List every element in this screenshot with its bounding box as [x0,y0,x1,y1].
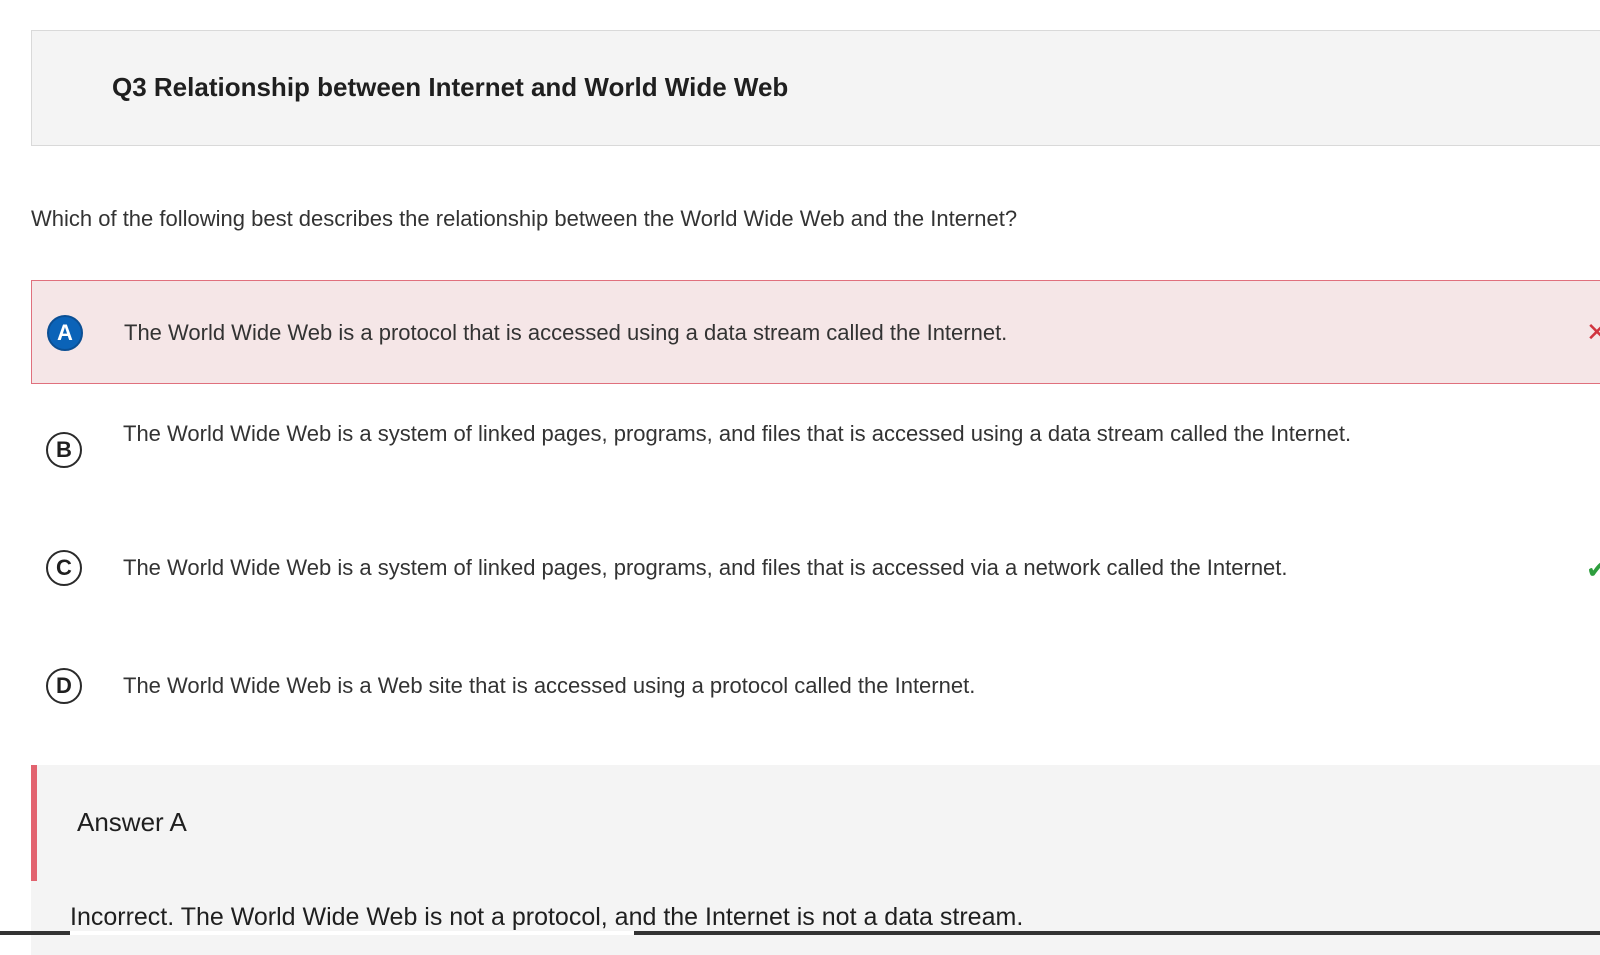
option-c-badge: C [46,550,82,586]
check-icon: ✔ [1586,556,1600,582]
feedback-title: Answer A [77,807,187,837]
answer-feedback: Answer A Incorrect. The World Wide Web i… [31,765,1600,955]
question-prompt: Which of the following best describes th… [31,206,1018,231]
scrollbar-left-segment [0,931,70,935]
quiz-page: Q3 Relationship between Internet and Wor… [0,0,1600,955]
option-d-badge: D [46,668,82,704]
question-title: Q3 Relationship between Internet and Wor… [112,72,789,102]
option-a[interactable]: A The World Wide Web is a protocol that … [31,280,1600,384]
option-b-text: The World Wide Web is a system of linked… [123,421,1352,446]
question-header: Q3 Relationship between Internet and Wor… [31,30,1600,146]
option-c-text: The World Wide Web is a system of linked… [123,555,1288,580]
option-b[interactable]: B The World Wide Web is a system of link… [31,400,1600,500]
option-d[interactable]: D The World Wide Web is a Web site that … [31,640,1600,740]
option-a-badge: A [47,315,83,351]
option-d-text: The World Wide Web is a Web site that is… [123,673,976,698]
scrollbar-thumb[interactable] [634,931,1600,935]
option-a-text: The World Wide Web is a protocol that is… [124,320,1008,345]
option-c[interactable]: C The World Wide Web is a system of link… [31,520,1600,620]
feedback-text: Incorrect. The World Wide Web is not a p… [70,903,1024,931]
feedback-accent-bar [31,765,37,881]
x-icon: ✕ [1586,319,1600,345]
option-b-badge: B [46,432,82,468]
horizontal-scrollbar[interactable] [0,931,1600,935]
